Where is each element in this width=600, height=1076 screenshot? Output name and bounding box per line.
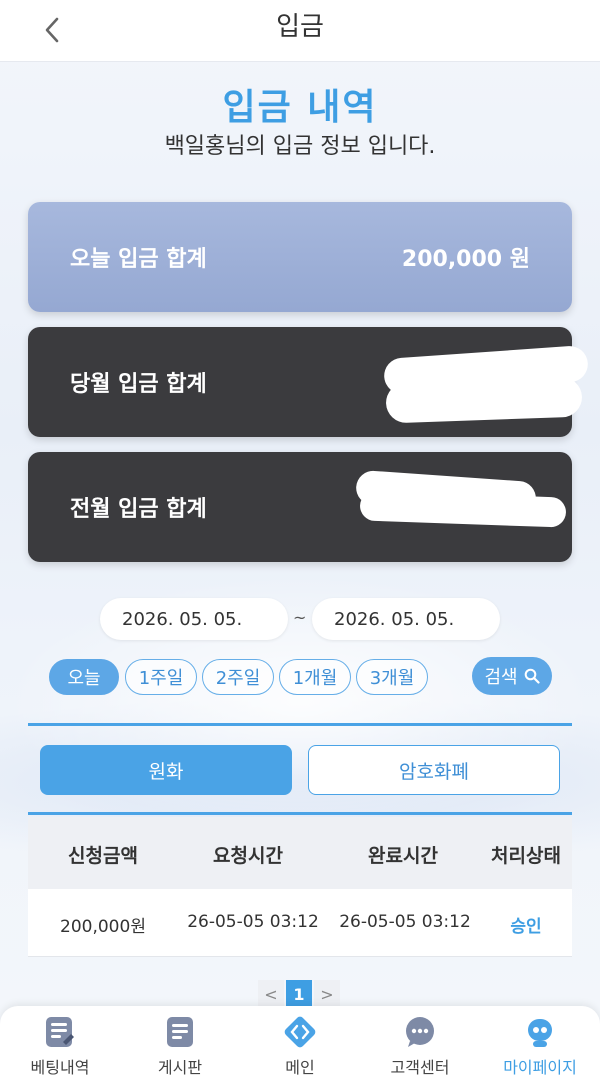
tab-crypto[interactable]: 암호화폐 <box>308 745 560 795</box>
cell-completed: 26-05-05 03:12 <box>339 912 471 932</box>
cell-requested: 26-05-05 03:12 <box>187 912 319 932</box>
board-icon <box>125 1014 235 1050</box>
period-today-button[interactable]: 오늘 <box>49 659 119 695</box>
period-1month-button[interactable]: 1개월 <box>279 659 351 695</box>
today-deposit-label: 오늘 입금 합계 <box>70 247 207 272</box>
nav-customer-center[interactable]: 고객센터 <box>365 1014 475 1076</box>
cell-amount: 200,000원 <box>60 917 146 937</box>
column-header-completed: 완료시간 <box>368 845 438 867</box>
nav-label: 게시판 <box>157 1058 203 1076</box>
column-header-requested: 요청시간 <box>213 845 283 867</box>
top-bar: 입금 <box>0 0 600 62</box>
betting-history-icon <box>5 1014 115 1050</box>
cell-status: 승인 <box>510 917 542 937</box>
search-label: 검색 <box>484 667 518 688</box>
pagination: < 1 > <box>258 980 340 1008</box>
page-subtitle: 백일홍님의 입금 정보 입니다. <box>164 134 436 159</box>
chat-bubble-icon <box>365 1014 475 1050</box>
period-3month-button[interactable]: 3개월 <box>356 659 428 695</box>
search-icon <box>524 668 540 684</box>
table-header: 신청금액 요청시간 완료시간 처리상태 <box>28 817 572 889</box>
search-button[interactable]: 검색 <box>472 657 552 695</box>
table-row: 200,000원 26-05-05 03:12 26-05-05 03:12 승… <box>28 889 572 957</box>
user-robot-icon <box>485 1014 595 1050</box>
today-deposit-card: 오늘 입금 합계 200,000 원 <box>28 202 572 312</box>
bottom-nav: 베팅내역 게시판 메인 고객센터 마이페이지 <box>0 1006 600 1076</box>
next-page-button[interactable]: > <box>314 980 340 1008</box>
page-title: 입금 내역 <box>222 87 378 128</box>
column-header-status: 처리상태 <box>491 845 561 867</box>
header-title: 입금 <box>276 12 324 42</box>
nav-betting-history[interactable]: 베팅내역 <box>5 1014 115 1076</box>
nav-label: 고객센터 <box>390 1058 450 1076</box>
period-1week-button[interactable]: 1주일 <box>125 659 197 695</box>
page-number[interactable]: 1 <box>286 980 312 1008</box>
section-divider <box>28 812 572 815</box>
start-date-field[interactable]: 2026. 05. 05. <box>100 598 288 640</box>
redaction-mark <box>385 376 583 424</box>
period-2week-button[interactable]: 2주일 <box>202 659 274 695</box>
prev-page-button[interactable]: < <box>258 980 284 1008</box>
nav-label: 마이페이지 <box>503 1058 577 1076</box>
end-date-field[interactable]: 2026. 05. 05. <box>312 598 500 640</box>
nav-label: 메인 <box>285 1058 315 1076</box>
main-diamond-icon <box>245 1014 355 1050</box>
nav-main[interactable]: 메인 <box>245 1014 355 1076</box>
today-deposit-value: 200,000 원 <box>401 247 530 272</box>
date-separator: ~ <box>293 608 307 627</box>
nav-board[interactable]: 게시판 <box>125 1014 235 1076</box>
column-header-amount: 신청금액 <box>68 845 138 867</box>
tab-krw[interactable]: 원화 <box>40 745 292 795</box>
nav-mypage[interactable]: 마이페이지 <box>485 1014 595 1076</box>
section-divider <box>28 723 572 726</box>
nav-label: 베팅내역 <box>30 1058 90 1076</box>
